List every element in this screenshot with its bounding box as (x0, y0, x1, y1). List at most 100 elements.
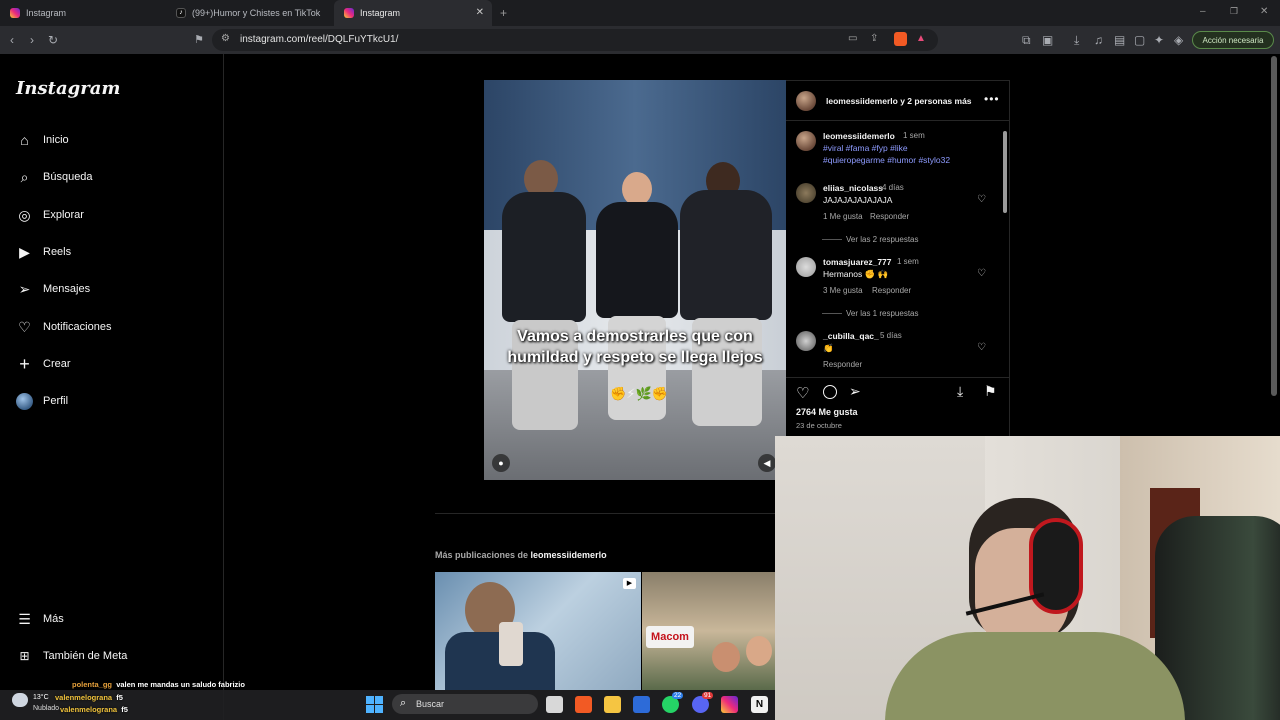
instagram-app-icon[interactable] (721, 696, 738, 713)
post-thumbnail[interactable]: ▶ (435, 572, 641, 690)
comment-reply-button[interactable]: Responder (872, 286, 911, 295)
new-tab-icon[interactable]: + (500, 6, 507, 20)
reel-video[interactable]: Vamos a demostrarles que con humildad y … (484, 80, 786, 480)
divider (786, 377, 1010, 378)
collab-suffix[interactable]: y 2 personas más (900, 96, 971, 106)
caption-avatar[interactable] (796, 131, 816, 151)
comment-likes[interactable]: 1 Me gusta (823, 212, 863, 221)
browser-tab[interactable]: ♪ (99+)Humor y Chistes en TikTok | Tik (166, 0, 332, 26)
view-replies-button[interactable]: Ver las 2 respuestas (846, 235, 918, 244)
post-thumbnail[interactable]: Macom (642, 572, 775, 690)
taskbar-search[interactable]: ⌕ Buscar (392, 694, 538, 714)
person-jacket (596, 202, 678, 318)
leo-ai-icon[interactable]: ✦ (1154, 32, 1164, 48)
music-icon[interactable]: ♫ (1094, 32, 1103, 48)
comment-reply-button[interactable]: Responder (870, 212, 909, 221)
instagram-logo[interactable]: Instagram (16, 78, 120, 99)
notion-icon[interactable]: N (751, 696, 768, 713)
forward-icon[interactable]: › (30, 32, 34, 48)
wallet-icon[interactable]: ▣ (1042, 32, 1053, 48)
more-options-icon[interactable]: ••• (984, 92, 1000, 106)
view-replies-button[interactable]: Ver las 1 respuestas (846, 309, 918, 318)
comment-avatar[interactable] (796, 257, 816, 277)
maximize-icon[interactable]: ❐ (1230, 6, 1238, 17)
brave-shield-icon[interactable] (894, 32, 907, 46)
nav-profile[interactable]: Perfil (16, 389, 68, 413)
bookmark-icon[interactable]: ⚑ (194, 32, 204, 48)
wallet2-icon[interactable]: ▢ (1134, 32, 1145, 48)
microsoft-store-icon[interactable] (633, 696, 650, 713)
more-posts-user[interactable]: leomessiidemerlo (531, 550, 607, 560)
nav-search[interactable]: ⌕ Búsqueda (16, 165, 93, 189)
close-window-icon[interactable]: ✕ (1260, 6, 1268, 17)
nav-messages[interactable]: ➢ Mensajes (16, 277, 90, 301)
page-scrollbar[interactable] (1271, 56, 1277, 396)
chat-user: valenmelograna (60, 705, 118, 714)
tagged-users-icon[interactable]: ● (492, 454, 510, 472)
save-icon[interactable]: ⚑ (984, 383, 997, 400)
site-settings-icon[interactable]: ⚙ (221, 33, 230, 44)
plus-icon: + (19, 353, 30, 374)
comment-username[interactable]: eliias_nicolass (823, 183, 883, 193)
weather-icon[interactable] (12, 693, 28, 707)
brave-rewards-icon[interactable]: ▲ (916, 33, 926, 44)
browser-tab[interactable]: Instagram (0, 0, 166, 26)
nav-label: Explorar (43, 209, 84, 221)
back-icon[interactable]: ‹ (10, 32, 14, 48)
nav-notifications[interactable]: ♡ Notificaciones (16, 315, 111, 339)
nav-home[interactable]: ⌂ Inicio (16, 128, 68, 152)
comment-username[interactable]: _cubilla_qac_ (823, 331, 879, 341)
comment-avatar[interactable] (796, 183, 816, 203)
nav-more[interactable]: ☰ Más (16, 607, 64, 631)
comment-likes[interactable]: 3 Me gusta (823, 286, 863, 295)
nav-create[interactable]: + Crear (16, 352, 70, 376)
minimize-icon[interactable]: – (1200, 6, 1206, 17)
cast-icon[interactable]: ▭ (848, 33, 857, 44)
owner-avatar[interactable] (796, 91, 816, 111)
task-view-icon[interactable] (546, 696, 563, 713)
file-explorer-icon[interactable] (604, 696, 621, 713)
share-icon[interactable]: ➢ (849, 383, 861, 400)
nav-explore[interactable]: ◎ Explorar (16, 203, 84, 227)
action-required-button[interactable]: Acción necesaria (1192, 31, 1274, 49)
like-count[interactable]: 2764 Me gusta (796, 407, 858, 417)
comment-like-icon[interactable]: ♡ (977, 268, 986, 279)
comment-reply-button[interactable]: Responder (823, 360, 862, 369)
caption-hashtags[interactable]: #viral #fama #fyp #like (823, 143, 908, 153)
scrollbar-thumb[interactable] (1003, 131, 1007, 213)
extensions-icon[interactable]: ⧉ (1022, 32, 1031, 48)
comment-avatar[interactable] (796, 331, 816, 351)
address-bar[interactable]: ⚙ instagram.com/reel/DQLFuYTkcU1/ ▭ ⇪ ▲ (212, 29, 938, 51)
headset (1029, 518, 1083, 614)
post-owner[interactable]: leomessiidemerlo y 2 personas más (826, 96, 972, 106)
url-text: instagram.com/reel/DQLFuYTkcU1/ (240, 34, 399, 45)
owner-username[interactable]: leomessiidemerlo (826, 96, 898, 106)
tiktok-icon: ♪ (176, 8, 186, 18)
nav-reels[interactable]: ▶ Reels (16, 240, 71, 264)
comment-like-icon[interactable]: ♡ (977, 194, 986, 205)
person-hoodie (502, 192, 586, 322)
like-icon[interactable]: ♡ (796, 384, 809, 402)
browser-tab-active[interactable]: Instagram ✕ (334, 0, 492, 26)
mute-icon[interactable]: ◀ (758, 454, 776, 472)
download-icon[interactable]: ⤓ (1074, 32, 1079, 48)
webcam-overlay (775, 436, 1280, 720)
windows-start-icon[interactable] (366, 696, 383, 713)
brave-icon[interactable] (575, 696, 592, 713)
download-icon[interactable]: ⤓ (957, 383, 963, 400)
comment-username[interactable]: tomasjuarez_777 (823, 257, 892, 267)
vpn-icon[interactable]: ◈ (1174, 32, 1183, 48)
nav-label: Notificaciones (43, 321, 112, 333)
comment-time: 4 días (882, 183, 904, 192)
reload-icon[interactable]: ↻ (48, 32, 58, 48)
caption-hashtags[interactable]: #quieropegarme #humor #stylo32 (823, 155, 950, 165)
comment-icon[interactable] (823, 385, 837, 399)
close-tab-icon[interactable]: ✕ (476, 7, 484, 18)
comments-scrollbar[interactable] (1002, 125, 1008, 375)
sidebar-toggle-icon[interactable]: ▤ (1114, 32, 1125, 48)
caption-username[interactable]: leomessiidemerlo (823, 131, 895, 141)
share-icon[interactable]: ⇪ (870, 33, 878, 44)
nav-also-from-meta[interactable]: ⊞ También de Meta (16, 644, 127, 668)
chat-user: valenmelograna (55, 693, 113, 702)
comment-like-icon[interactable]: ♡ (977, 342, 986, 353)
